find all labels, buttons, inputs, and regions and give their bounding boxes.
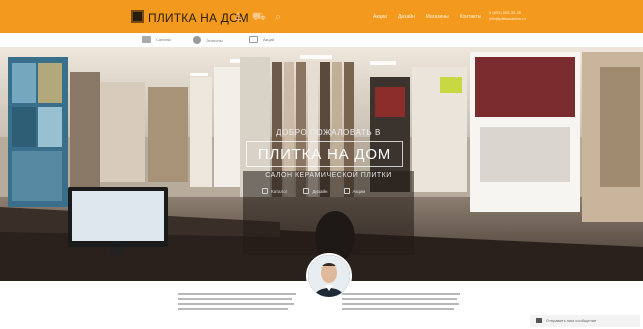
text-line <box>342 308 454 310</box>
nav-item-promotions[interactable]: Акции <box>373 14 387 20</box>
text-line <box>342 303 459 305</box>
sub-navigation: Салоны Эталоны Акции <box>0 33 643 47</box>
hero-link-promotions[interactable]: Акции <box>343 188 366 194</box>
text-line <box>178 298 292 300</box>
user-icon[interactable]: ♙ <box>232 11 244 23</box>
hero-subtitle: САЛОН КЕРАМИЧЕСКОЙ ПЛИТКИ <box>265 172 392 179</box>
top-nav: Акции Дизайн Магазины Контакты <box>373 14 481 20</box>
intro-text-left <box>178 293 298 313</box>
text-line <box>342 293 460 295</box>
catalog-icon <box>262 188 268 194</box>
subnav-label: Акции <box>263 37 275 42</box>
header-icons: ♙ ⛟ ⌕ <box>232 11 284 23</box>
hero-link-label: Каталог <box>271 188 288 194</box>
subnav-item-standards[interactable]: Эталоны <box>193 36 223 44</box>
cart-icon[interactable]: ⛟ <box>252 11 266 23</box>
hero-link-label: Акции <box>352 188 366 194</box>
subnav-item-salons[interactable]: Салоны <box>142 36 171 43</box>
intro-text-right <box>342 293 462 313</box>
chat-icon <box>536 318 542 323</box>
camera-icon <box>193 36 201 44</box>
hero-link-catalog[interactable]: Каталог <box>262 188 287 194</box>
hero-links: Каталог Дизайн Акции <box>262 188 365 194</box>
tag-icon <box>249 36 258 43</box>
subnav-item-promotions[interactable]: Акции <box>249 36 274 43</box>
subnav-label: Эталоны <box>206 37 223 43</box>
store-icon <box>142 36 151 43</box>
top-header-bar: ПЛИТКА НА ДОМ ♙ ⛟ ⌕ Акции Дизайн Магазин… <box>0 0 643 33</box>
avatar-portrait-icon <box>308 255 350 297</box>
design-icon <box>303 188 310 194</box>
nav-item-contacts[interactable]: Контакты <box>460 14 482 20</box>
contact-email[interactable]: info@plitkanadom.ru <box>489 16 526 22</box>
search-icon[interactable]: ⌕ <box>272 11 284 23</box>
nav-item-stores[interactable]: Магазины <box>426 14 449 20</box>
logo-mark-icon[interactable] <box>131 10 144 23</box>
nav-item-design[interactable]: Дизайн <box>398 14 415 20</box>
hero-link-label: Дизайн <box>312 188 328 194</box>
hero-welcome: ДОБРО ПОЖАЛОВАТЬ В <box>276 128 381 137</box>
hero-link-design[interactable]: Дизайн <box>303 188 328 194</box>
text-line <box>342 298 457 300</box>
send-message-widget[interactable]: Отправить нам сообщение <box>530 315 640 327</box>
hero-overlay <box>243 171 414 255</box>
text-line <box>178 308 288 310</box>
text-line <box>178 303 294 305</box>
hero-title: ПЛИТКА НА ДОМ <box>257 146 392 163</box>
subnav-label: Салоны <box>156 37 171 42</box>
text-line <box>178 293 296 295</box>
send-message-label: Отправить нам сообщение <box>546 318 597 323</box>
header-contact: 8 (800) 555-35-35 info@plitkanadom.ru <box>489 10 526 22</box>
promo-icon <box>343 188 350 194</box>
